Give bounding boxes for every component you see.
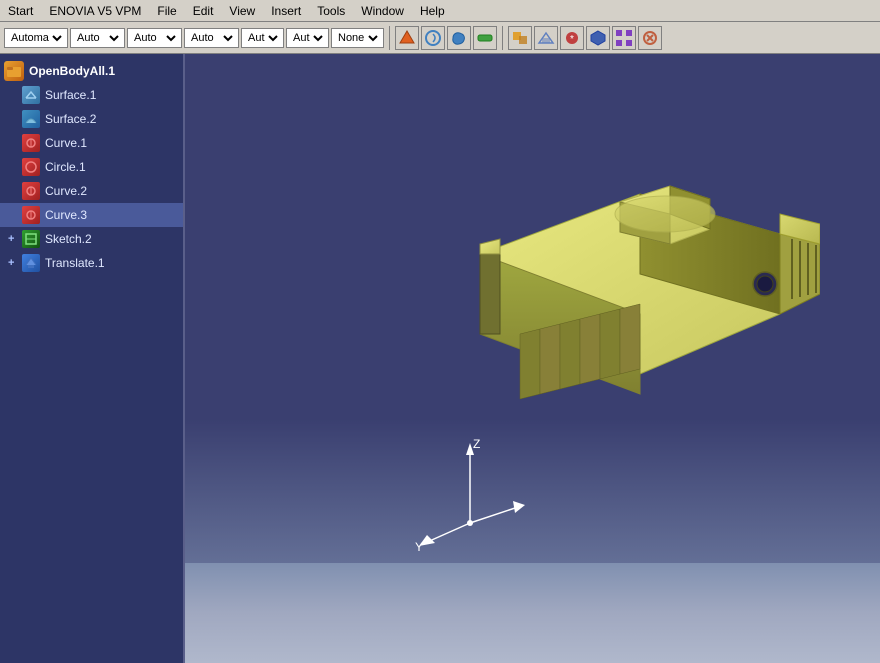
svg-text:Z: Z: [473, 437, 480, 451]
menu-insert[interactable]: Insert: [263, 2, 309, 20]
tree-item-translate1[interactable]: + Translate.1: [0, 251, 183, 275]
curve2-icon: [22, 182, 40, 200]
sketch2-plus: +: [8, 233, 14, 245]
curve3-icon: [22, 206, 40, 224]
toolbar-separator-1: [389, 26, 390, 50]
toolbar: Automa Auto Auto Auto Aut Aut None *: [0, 22, 880, 54]
toolbar-separator-2: [502, 26, 503, 50]
dropdown-none-select[interactable]: None: [334, 31, 381, 45]
bottom-bar: [185, 563, 880, 663]
dropdown-auto2-select[interactable]: Auto: [130, 31, 179, 45]
translate1-label: Translate.1: [45, 256, 105, 270]
toolbar-btn-2[interactable]: [421, 26, 445, 50]
menu-help[interactable]: Help: [412, 2, 453, 20]
translate1-plus: +: [8, 257, 14, 269]
tree-item-surface2[interactable]: Surface.2: [0, 107, 183, 131]
3d-model: [400, 114, 820, 434]
tree-item-curve1[interactable]: Curve.1: [0, 131, 183, 155]
sketch2-icon: [22, 230, 40, 248]
curve2-label: Curve.2: [45, 184, 87, 198]
dropdown-auto1-select[interactable]: Auto: [73, 31, 122, 45]
curve3-label: Curve.3: [45, 208, 87, 222]
menu-edit[interactable]: Edit: [185, 2, 222, 20]
tree-item-surface1[interactable]: Surface.1: [0, 83, 183, 107]
translate1-icon: [22, 254, 40, 272]
dropdown-automate[interactable]: Automa: [4, 28, 68, 48]
toolbar-btn-6[interactable]: [534, 26, 558, 50]
root-icon: [4, 61, 24, 81]
svg-text:Y: Y: [415, 540, 423, 553]
toolbar-btn-7[interactable]: *: [560, 26, 584, 50]
menu-tools[interactable]: Tools: [309, 2, 353, 20]
tree-item-curve2[interactable]: Curve.2: [0, 179, 183, 203]
dropdown-automate-select[interactable]: Automa: [7, 31, 65, 45]
menubar: Start ENOVIA V5 VPM File Edit View Inser…: [0, 0, 880, 22]
main-area: OpenBodyAll.1 Surface.1 Surface.2 Curve.…: [0, 54, 880, 663]
tree-item-sketch2[interactable]: + Sketch.2: [0, 227, 183, 251]
menu-enovia[interactable]: ENOVIA V5 VPM: [41, 2, 149, 20]
menu-window[interactable]: Window: [353, 2, 412, 20]
tree-sidebar: OpenBodyAll.1 Surface.1 Surface.2 Curve.…: [0, 54, 185, 663]
toolbar-btn-3[interactable]: [447, 26, 471, 50]
tree-root[interactable]: OpenBodyAll.1: [0, 59, 183, 83]
surface1-label: Surface.1: [45, 88, 96, 102]
dropdown-none[interactable]: None: [331, 28, 384, 48]
circle1-icon: [22, 158, 40, 176]
toolbar-btn-5[interactable]: [508, 26, 532, 50]
curve1-label: Curve.1: [45, 136, 87, 150]
dropdown-auto2[interactable]: Auto: [127, 28, 182, 48]
menu-start[interactable]: Start: [0, 2, 41, 20]
circle1-label: Circle.1: [45, 160, 86, 174]
menu-view[interactable]: View: [221, 2, 263, 20]
sketch2-label: Sketch.2: [45, 232, 92, 246]
dropdown-auto3-select[interactable]: Auto: [187, 31, 236, 45]
toolbar-btn-4[interactable]: [473, 26, 497, 50]
surface2-icon: [22, 110, 40, 128]
tree-item-curve3[interactable]: Curve.3: [0, 203, 183, 227]
surface2-label: Surface.2: [45, 112, 96, 126]
dropdown-aut2[interactable]: Aut: [286, 28, 329, 48]
svg-text:*: *: [570, 34, 574, 45]
curve1-icon: [22, 134, 40, 152]
dropdown-auto3[interactable]: Auto: [184, 28, 239, 48]
tree-item-circle1[interactable]: Circle.1: [0, 155, 183, 179]
dropdown-aut2-select[interactable]: Aut: [289, 31, 326, 45]
toolbar-btn-9[interactable]: [612, 26, 636, 50]
axis-indicator: Z Y: [405, 423, 535, 553]
dropdown-aut1[interactable]: Aut: [241, 28, 284, 48]
dropdown-auto1[interactable]: Auto: [70, 28, 125, 48]
toolbar-btn-10[interactable]: [638, 26, 662, 50]
viewport[interactable]: Z Y: [185, 54, 880, 663]
menu-file[interactable]: File: [149, 2, 184, 20]
tree-root-label: OpenBodyAll.1: [29, 64, 115, 78]
toolbar-btn-1[interactable]: [395, 26, 419, 50]
dropdown-aut1-select[interactable]: Aut: [244, 31, 281, 45]
toolbar-btn-8[interactable]: [586, 26, 610, 50]
surface1-icon: [22, 86, 40, 104]
